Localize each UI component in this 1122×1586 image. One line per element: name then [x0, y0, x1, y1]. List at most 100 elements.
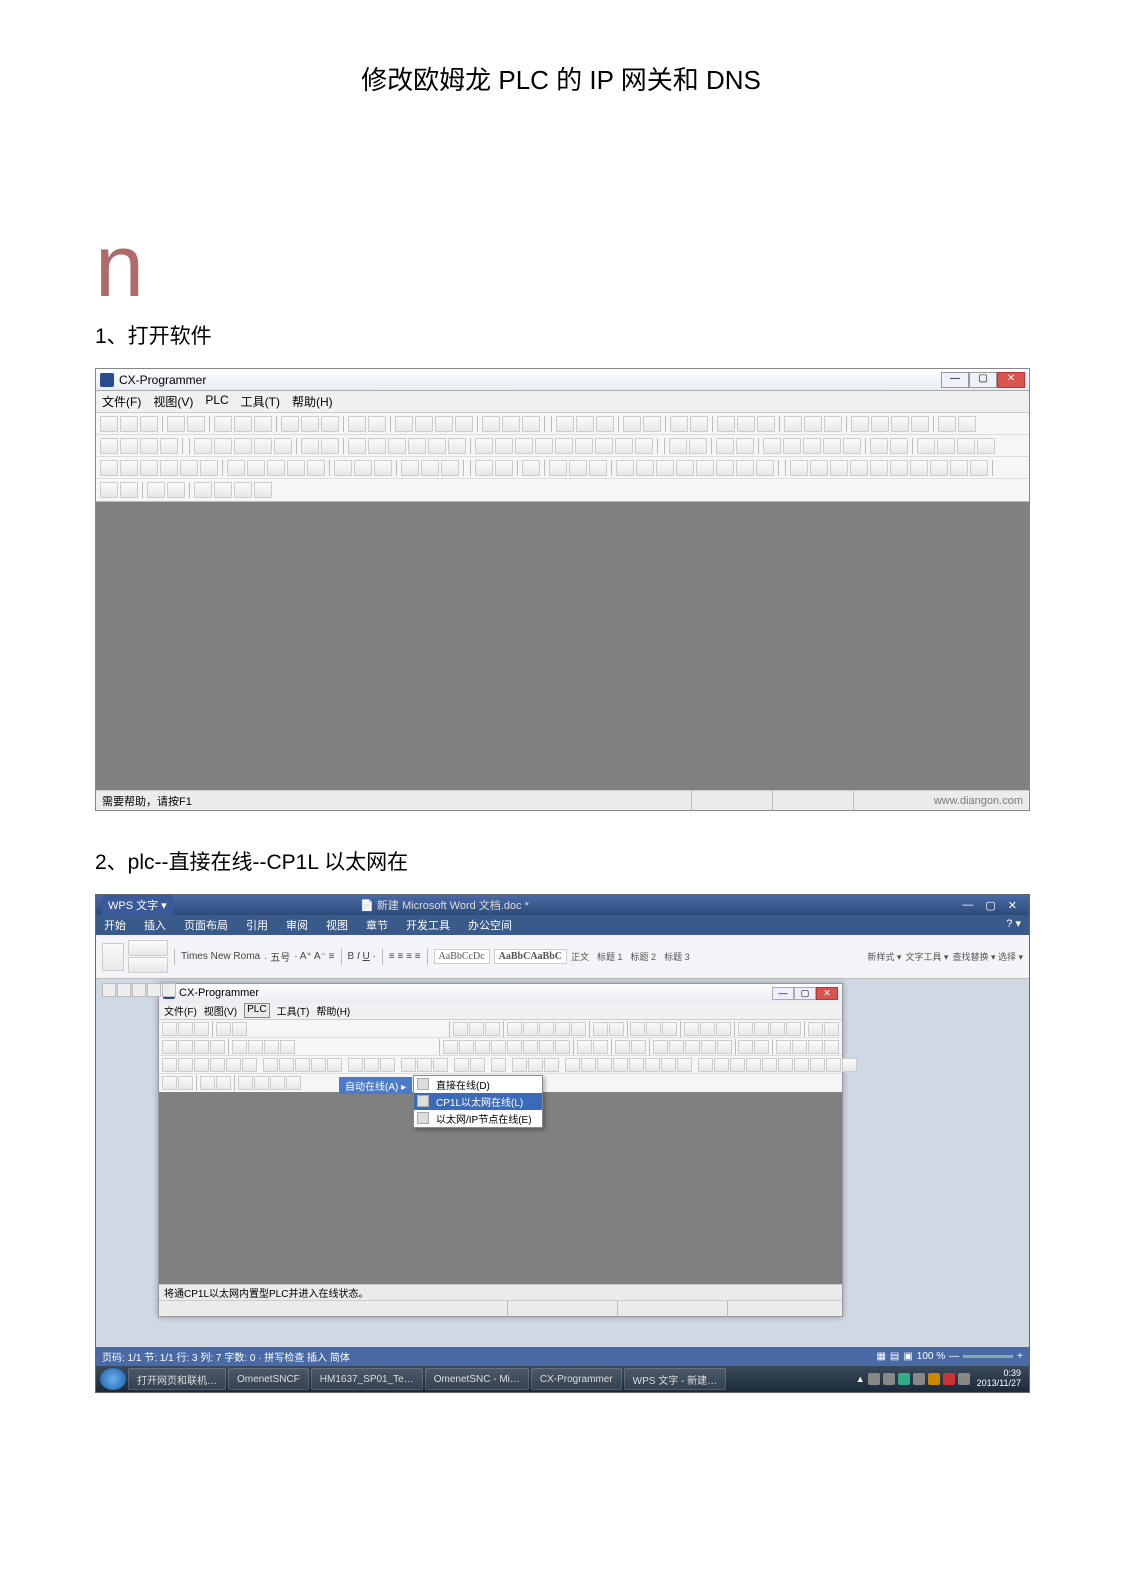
tb-btn[interactable] — [147, 482, 165, 498]
tab-section[interactable]: 章节 — [366, 917, 388, 933]
tb-btn[interactable] — [522, 416, 540, 432]
tb-btn[interactable] — [565, 1058, 580, 1072]
tb-btn[interactable] — [214, 438, 232, 454]
tb-btn[interactable] — [746, 1058, 761, 1072]
tb-btn[interactable] — [321, 438, 339, 454]
tb-btn[interactable] — [645, 1058, 660, 1072]
tb-btn[interactable] — [716, 460, 734, 476]
tb-btn[interactable] — [495, 460, 513, 476]
tb-btn[interactable] — [264, 1040, 279, 1054]
tb-btn[interactable] — [216, 1022, 231, 1036]
tab-layout[interactable]: 页面布局 — [184, 917, 228, 933]
tb-btn[interactable] — [569, 460, 587, 476]
tb-btn[interactable] — [576, 416, 594, 432]
tb-btn[interactable] — [523, 1040, 538, 1054]
tb-btn[interactable] — [843, 438, 861, 454]
tray-icon[interactable] — [898, 1373, 910, 1385]
tb-btn[interactable] — [214, 482, 232, 498]
tb-btn[interactable] — [507, 1022, 522, 1036]
tb-btn[interactable] — [762, 1058, 777, 1072]
tb-btn[interactable] — [162, 1022, 177, 1036]
tb-btn[interactable] — [491, 1058, 506, 1072]
tb-btn[interactable] — [401, 460, 419, 476]
tb-btn[interactable] — [656, 460, 674, 476]
side-icon[interactable] — [102, 983, 116, 997]
tb-btn[interactable] — [824, 416, 842, 432]
tab-ref[interactable]: 引用 — [246, 917, 268, 933]
tb-btn[interactable] — [415, 416, 433, 432]
tb-btn[interactable] — [254, 1076, 269, 1090]
tb-btn[interactable] — [851, 416, 869, 432]
tb-btn[interactable] — [254, 482, 272, 498]
tb-btn[interactable] — [311, 1058, 326, 1072]
menu-file[interactable]: 文件(F) — [164, 1003, 197, 1018]
tab-insert[interactable]: 插入 — [144, 917, 166, 933]
tb-btn[interactable] — [776, 1040, 791, 1054]
tray-arrow-icon[interactable]: ▲ — [856, 1374, 865, 1384]
menu-tools[interactable]: 工具(T) — [277, 1003, 310, 1018]
tb-btn[interactable] — [609, 1022, 624, 1036]
tb-btn[interactable] — [698, 1058, 713, 1072]
tb-btn[interactable] — [194, 482, 212, 498]
tb-btn[interactable] — [738, 1022, 753, 1036]
tb-btn[interactable] — [778, 1058, 793, 1072]
taskbar-item[interactable]: OmenetSNC - Mi… — [425, 1368, 529, 1390]
tb-btn[interactable] — [957, 438, 975, 454]
min-button[interactable]: — — [772, 987, 794, 1000]
taskbar-clock[interactable]: 0:39 2013/11/27 — [973, 1369, 1025, 1389]
tb-btn[interactable] — [669, 1040, 684, 1054]
tb-btn[interactable] — [194, 438, 212, 454]
tb-btn[interactable] — [937, 438, 955, 454]
max-icon[interactable]: ▢ — [985, 899, 995, 912]
tb-btn[interactable] — [507, 1040, 522, 1054]
menu-tools[interactable]: 工具(T) — [241, 393, 280, 410]
minimize-button[interactable]: — — [941, 372, 969, 388]
tb-btn[interactable] — [227, 460, 245, 476]
new-style[interactable]: 新样式 ▾ — [867, 950, 901, 963]
tb-btn[interactable] — [555, 1040, 570, 1054]
tb-btn[interactable] — [555, 438, 573, 454]
tb-btn[interactable] — [140, 460, 158, 476]
help-icon[interactable]: ? ▾ — [1006, 917, 1021, 933]
tb-btn[interactable] — [210, 1058, 225, 1072]
tb-btn[interactable] — [571, 1022, 586, 1036]
tb-btn[interactable] — [623, 416, 641, 432]
wps-tab[interactable]: WPS 文字 ▾ — [102, 895, 173, 915]
start-button[interactable] — [100, 1368, 126, 1390]
tb-btn[interactable] — [232, 1022, 247, 1036]
tb-btn[interactable] — [417, 1058, 432, 1072]
tb-btn[interactable] — [784, 416, 802, 432]
view-icon[interactable]: ▤ — [890, 1351, 899, 1362]
tb-btn[interactable] — [469, 1022, 484, 1036]
tb-cut-icon[interactable] — [214, 416, 232, 432]
min-icon[interactable]: — — [962, 899, 973, 911]
style-item[interactable]: 标题 1 — [597, 950, 623, 963]
tb-btn[interactable] — [248, 1040, 263, 1054]
tb-btn[interactable] — [453, 1022, 468, 1036]
tb-btn[interactable] — [690, 416, 708, 432]
tb-btn[interactable] — [100, 482, 118, 498]
tb-btn[interactable] — [254, 438, 272, 454]
tb-new-icon[interactable] — [100, 416, 118, 432]
tab-office[interactable]: 办公空间 — [468, 917, 512, 933]
tb-btn[interactable] — [763, 438, 781, 454]
close-button[interactable]: ✕ — [997, 372, 1025, 388]
tb-btn[interactable] — [354, 460, 372, 476]
tb-btn[interactable] — [717, 416, 735, 432]
tb-btn[interactable] — [348, 438, 366, 454]
tb-btn[interactable] — [770, 1022, 785, 1036]
tb-save-icon[interactable] — [140, 416, 158, 432]
tab-view[interactable]: 视图 — [326, 917, 348, 933]
style-item[interactable]: 标题 2 — [631, 950, 657, 963]
tb-preview-icon[interactable] — [187, 416, 205, 432]
dropdown-item-selected[interactable]: CP1L以太网在线(L) — [414, 1093, 542, 1110]
tb-btn[interactable] — [470, 1058, 485, 1072]
taskbar-item[interactable]: 打开网页和联机… — [128, 1368, 226, 1390]
tb-btn[interactable] — [930, 460, 948, 476]
tb-btn[interactable] — [374, 460, 392, 476]
tb-btn[interactable] — [804, 416, 822, 432]
tab-start[interactable]: 开始 — [104, 917, 126, 933]
tb-btn[interactable] — [950, 460, 968, 476]
tb-btn[interactable] — [162, 1058, 177, 1072]
tb-btn[interactable] — [216, 1076, 231, 1090]
